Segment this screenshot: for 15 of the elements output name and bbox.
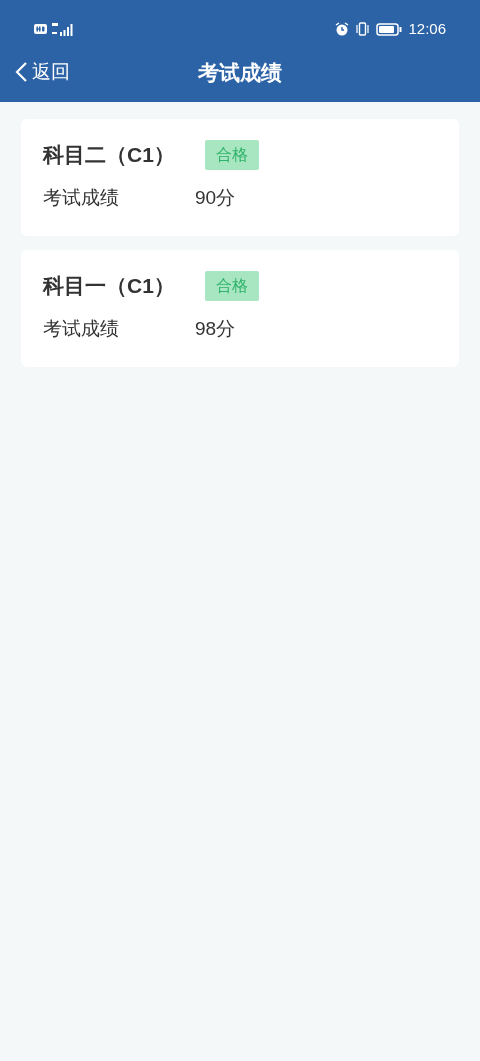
subject-title: 科目一（C1） [43, 273, 176, 300]
score-label: 考试成绩 [43, 186, 120, 210]
back-button[interactable]: 返回 [14, 58, 70, 87]
score-label: 考试成绩 [43, 317, 120, 341]
score-value: 98分 [195, 317, 236, 341]
page-title: 考试成绩 [198, 60, 282, 87]
pass-badge: 合格 [205, 271, 259, 301]
score-value: 90分 [195, 186, 236, 210]
alarm-icon [335, 22, 350, 36]
pass-badge: 合格 [205, 140, 259, 170]
signal-icon [52, 22, 75, 36]
status-time: 12:06 [408, 18, 446, 39]
subject-title: 科目二（C1） [43, 142, 176, 169]
vibrate-icon [355, 22, 371, 36]
battery-icon [376, 22, 403, 36]
